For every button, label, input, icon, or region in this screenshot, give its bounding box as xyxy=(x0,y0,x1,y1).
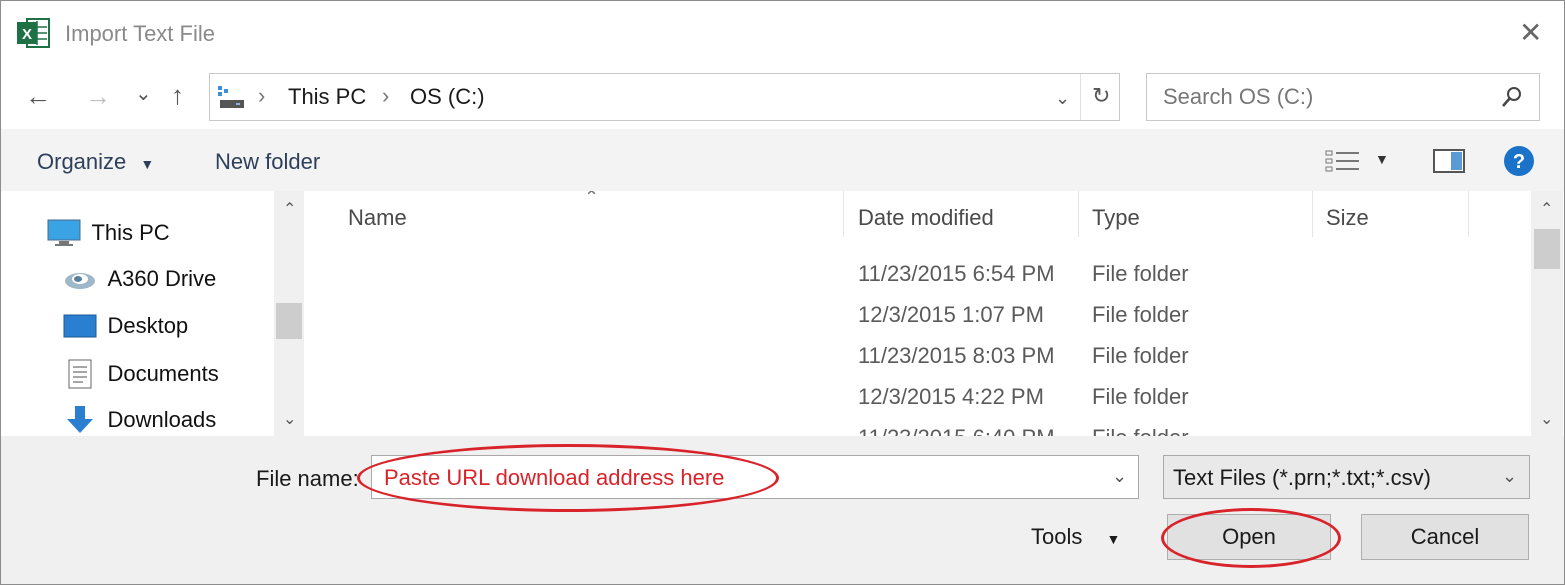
search-box[interactable]: Search OS (C:) xyxy=(1146,73,1540,121)
search-icon[interactable] xyxy=(1501,86,1523,108)
documents-icon xyxy=(68,359,92,389)
chevron-right-icon: › xyxy=(382,83,390,108)
monitor-icon xyxy=(47,219,81,246)
scroll-thumb[interactable] xyxy=(1534,229,1560,269)
breadcrumb-this-pc[interactable]: This PC xyxy=(288,84,366,110)
scroll-up-icon[interactable]: ⌃ xyxy=(1540,199,1553,219)
drive-icon xyxy=(218,86,244,108)
tools-label: Tools xyxy=(1031,524,1083,549)
column-header-date-modified[interactable]: Date modified xyxy=(858,205,994,231)
column-divider xyxy=(1468,191,1469,237)
download-arrow-icon xyxy=(67,406,93,433)
row-date: 12/3/2015 1:07 PM xyxy=(858,302,1044,327)
new-folder-button[interactable]: New folder xyxy=(215,149,320,175)
import-text-file-dialog: X Import Text File ✕ ← → ⌄ ↑ › This PC ›… xyxy=(0,0,1565,585)
chevron-down-icon: ⌄ xyxy=(1502,466,1518,486)
column-divider xyxy=(843,191,844,237)
window-title: Import Text File xyxy=(65,21,215,46)
address-divider xyxy=(1080,74,1081,120)
sidebar-item-label: Downloads xyxy=(107,407,217,432)
file-list-scrollbar[interactable]: ⌃ ⌄ xyxy=(1531,191,1563,436)
sidebar-item-label: This PC xyxy=(91,220,170,245)
column-header-type[interactable]: Type xyxy=(1092,205,1140,231)
sidebar-item-a360-drive[interactable]: A360 Drive xyxy=(63,265,216,293)
row-date: 12/3/2015 4:22 PM xyxy=(858,384,1044,409)
row-date: 11/23/2015 6:54 PM xyxy=(858,261,1055,286)
desktop-icon xyxy=(63,314,97,338)
row-type: File folder xyxy=(1092,261,1189,286)
column-header-name[interactable]: Name xyxy=(348,205,407,231)
preview-pane-icon[interactable] xyxy=(1433,149,1465,173)
sidebar-item-documents[interactable]: Documents xyxy=(63,359,219,389)
navigation-pane: This PC A360 Drive Desktop Documents Dow… xyxy=(1,191,306,436)
dialog-footer: File name: Paste URL download address he… xyxy=(1,436,1564,584)
row-type: File folder xyxy=(1092,343,1189,368)
address-dropdown-icon[interactable]: ⌄ xyxy=(1055,88,1070,109)
annotation-ellipse-open xyxy=(1161,508,1341,568)
scroll-down-icon[interactable]: ⌄ xyxy=(1540,409,1553,429)
back-button[interactable]: ← xyxy=(25,83,51,109)
row-date: 11/23/2015 6:40 PM xyxy=(858,425,1055,436)
scroll-thumb[interactable] xyxy=(276,303,302,339)
column-divider xyxy=(1312,191,1313,237)
annotation-ellipse-file-name xyxy=(357,444,779,512)
excel-icon: X xyxy=(17,18,50,48)
refresh-icon[interactable]: ↻ xyxy=(1092,83,1110,109)
tools-button[interactable]: Tools ▼ xyxy=(1031,524,1120,550)
cloud-drive-icon xyxy=(65,273,95,289)
row-type: File folder xyxy=(1092,302,1189,327)
breadcrumb-os-c[interactable]: OS (C:) xyxy=(410,84,485,110)
svg-text:?: ? xyxy=(1513,151,1525,173)
forward-button[interactable]: → xyxy=(85,83,111,109)
scroll-down-icon[interactable]: ⌄ xyxy=(283,409,296,429)
organize-label: Organize xyxy=(37,149,127,174)
title-bar: X Import Text File ✕ xyxy=(1,1,1564,65)
cancel-button[interactable]: Cancel xyxy=(1361,514,1529,560)
view-options-icon[interactable] xyxy=(1325,149,1361,173)
file-name-label: File name: xyxy=(256,466,359,491)
close-button[interactable]: ✕ xyxy=(1519,19,1542,47)
column-divider xyxy=(1078,191,1079,237)
up-button[interactable]: ↑ xyxy=(171,82,184,108)
row-type: File folder xyxy=(1092,425,1189,436)
row-date: 11/23/2015 8:03 PM xyxy=(858,343,1055,368)
scroll-up-icon[interactable]: ⌃ xyxy=(283,199,296,219)
address-bar[interactable]: › This PC › OS (C:) ⌄ ↻ xyxy=(209,73,1120,121)
sidebar-item-downloads[interactable]: Downloads xyxy=(63,405,216,435)
sidebar-item-desktop[interactable]: Desktop xyxy=(63,312,188,340)
file-type-value: Text Files (*.prn;*.txt;*.csv) xyxy=(1173,465,1431,490)
file-type-select[interactable]: Text Files (*.prn;*.txt;*.csv) ⌄ xyxy=(1163,455,1530,499)
chevron-right-icon: › xyxy=(258,83,266,108)
search-input[interactable]: Search OS (C:) xyxy=(1163,84,1313,110)
svg-text:X: X xyxy=(22,26,32,43)
sidebar-item-label: Desktop xyxy=(107,313,189,338)
recent-locations-button[interactable]: ⌄ xyxy=(135,81,152,107)
sidebar-item-this-pc[interactable]: This PC xyxy=(47,219,170,247)
caret-down-icon: ▼ xyxy=(1106,531,1121,547)
chevron-down-icon[interactable]: ⌄ xyxy=(1112,466,1127,487)
organize-button[interactable]: Organize ▼ xyxy=(37,149,154,175)
caret-down-icon: ▼ xyxy=(140,156,155,172)
column-header-size[interactable]: Size xyxy=(1326,205,1369,231)
nav-pane-scrollbar[interactable]: ⌃ ⌄ xyxy=(274,191,304,436)
command-toolbar: Organize ▼ New folder ▼ ? xyxy=(1,129,1564,191)
view-dropdown-icon[interactable]: ▼ xyxy=(1375,151,1389,167)
sort-ascending-icon: ⌃ xyxy=(584,191,600,207)
file-list: ⌃ Name Date modified Type Size 11/23/201… xyxy=(306,191,1531,436)
help-icon[interactable]: ? xyxy=(1503,145,1535,177)
row-type: File folder xyxy=(1092,384,1189,409)
sidebar-item-label: Documents xyxy=(107,361,219,386)
sidebar-item-label: A360 Drive xyxy=(107,266,217,291)
